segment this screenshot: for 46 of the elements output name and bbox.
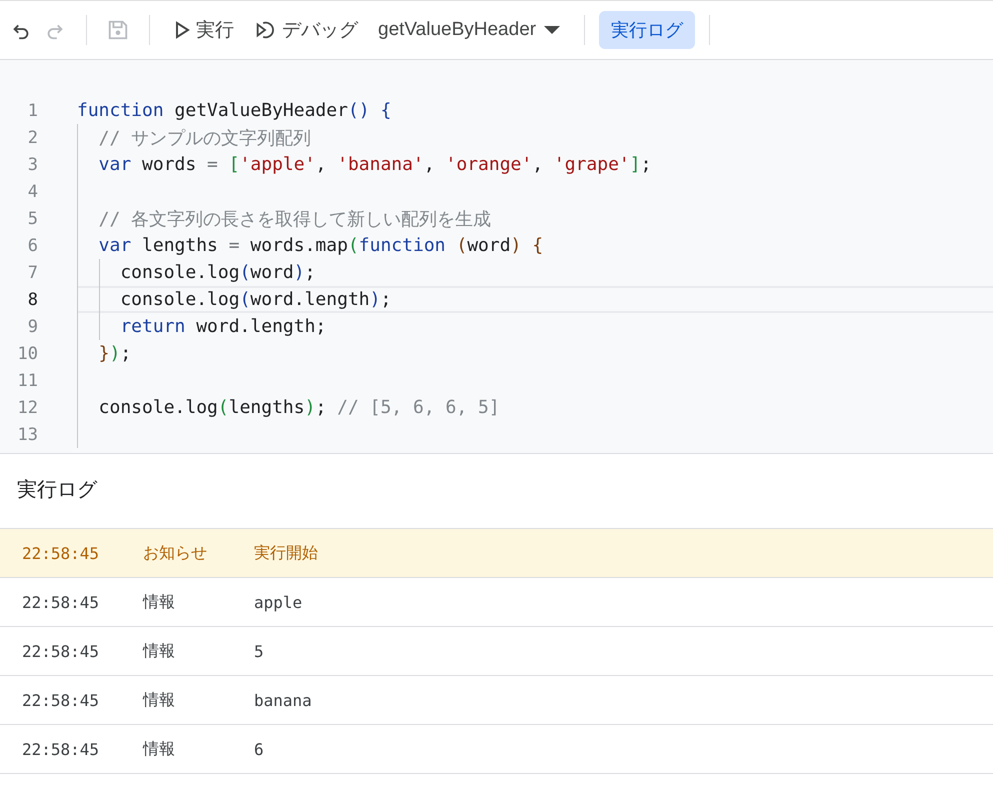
log-level: 情報	[143, 690, 176, 710]
line-number: 3	[26, 154, 38, 174]
code-line: // サンプルの文字列配列	[98, 126, 312, 150]
log-message: 5	[254, 642, 264, 660]
log-level: 情報	[143, 738, 176, 760]
line-number: 7	[26, 262, 38, 282]
log-level: 情報	[143, 592, 176, 612]
code-line: });	[98, 343, 132, 364]
log-time: 22:58:45	[21, 592, 100, 612]
debug-button[interactable]: デバッグ	[244, 12, 368, 48]
line-number: 10	[16, 344, 38, 364]
code-line: console.log(word.length);	[120, 289, 392, 310]
code-line: function getValueByHeader() {	[77, 100, 392, 121]
line-number: 6	[26, 236, 38, 256]
run-button[interactable]: 実行	[164, 12, 244, 48]
save-icon	[107, 19, 129, 41]
log-time: 22:58:45	[21, 740, 100, 758]
function-dropdown[interactable]: getValueByHeader	[368, 12, 570, 48]
log-message: banana	[254, 690, 312, 710]
execution-log-button[interactable]: 実行ログ	[599, 11, 696, 49]
play-icon	[174, 21, 190, 39]
code-line: var lengths = words.map(function (word) {	[98, 235, 544, 256]
code-line: console.log(word);	[120, 262, 316, 283]
log-time: 22:58:45	[21, 642, 100, 660]
line-number: 8	[26, 290, 38, 310]
log-level: 情報	[143, 640, 176, 662]
line-number: 5	[26, 208, 38, 228]
code-line: console.log(lengths); // [5, 6, 6, 5]	[98, 397, 500, 418]
line-number: 1	[26, 100, 38, 120]
line-number: 2	[26, 128, 38, 148]
code-line: var words = ['apple', 'banana', 'orange', 'grape'];	[98, 154, 652, 175]
log-message: 6	[254, 740, 264, 758]
code-line: // 各文字列の長さを取得して新しい配列を生成	[98, 208, 492, 230]
log-time: 22:58:45	[21, 690, 100, 710]
debug-icon	[254, 19, 276, 41]
log-message: 実行開始	[254, 542, 318, 564]
log-time: 22:58:45	[21, 544, 100, 562]
line-number: 9	[26, 316, 38, 336]
log-message: apple	[254, 592, 302, 612]
line-number: 11	[16, 370, 38, 390]
log-level: お知らせ	[143, 542, 208, 564]
caret-icon	[544, 25, 560, 35]
line-number: 4	[26, 182, 38, 202]
code-line: return word.length;	[120, 316, 326, 337]
line-number: 13	[16, 424, 38, 444]
line-number: 12	[16, 398, 38, 418]
